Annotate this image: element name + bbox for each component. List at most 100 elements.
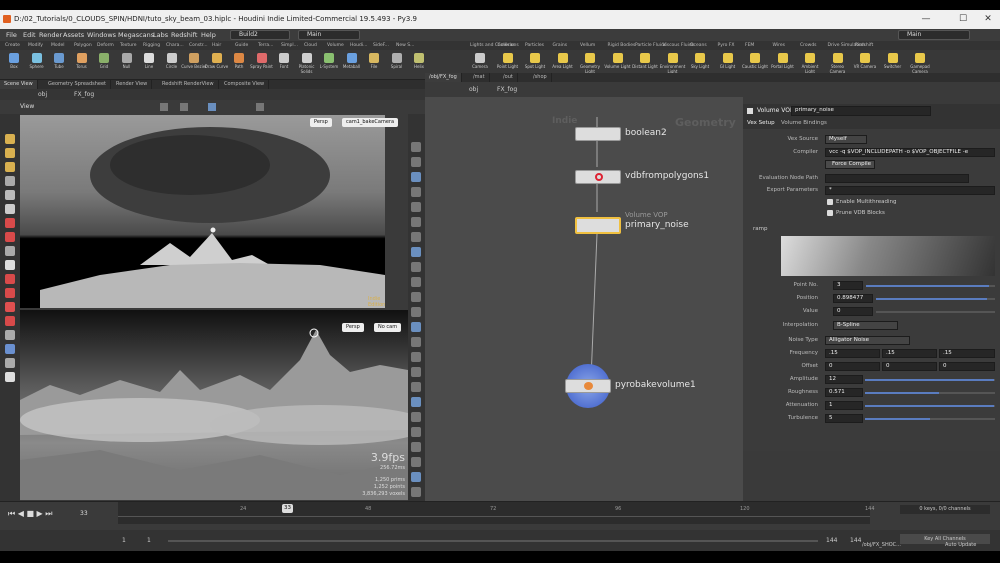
display-option-6-icon[interactable] (411, 232, 421, 242)
display-option-4-icon[interactable] (411, 202, 421, 212)
left-tool-14-icon[interactable] (5, 330, 15, 340)
eval-node-field[interactable] (825, 174, 969, 183)
display-option-8-icon[interactable] (411, 262, 421, 272)
shelf-tab-guide[interactable]: Guide (235, 41, 248, 50)
minimize-button[interactable]: — (916, 10, 936, 29)
param-slider-4[interactable] (865, 392, 995, 394)
menu-help[interactable]: Help (201, 29, 216, 41)
tool-box[interactable]: Box (4, 52, 24, 80)
network-path-node[interactable]: FX_fog (497, 86, 517, 93)
tool-platonic-solids[interactable]: Platonic Solids (297, 52, 317, 80)
range-end-2[interactable]: 144 (850, 537, 861, 544)
freq-x-field[interactable]: .15 (825, 349, 880, 358)
camera-dropdown-bottom[interactable]: No cam (374, 323, 402, 332)
display-option-5-icon[interactable] (411, 217, 421, 227)
roughness-field[interactable]: 0.571 (825, 388, 863, 397)
interp-dropdown[interactable]: B-Spline (833, 321, 898, 330)
projection-dropdown-top[interactable]: Persp (310, 118, 332, 127)
menu-assets[interactable]: Assets (63, 29, 84, 41)
offset-z-field[interactable]: 0 (939, 362, 995, 371)
tool-null[interactable]: Null (117, 52, 137, 80)
tool-tube[interactable]: Tube (49, 52, 69, 80)
display-option-1-icon[interactable] (411, 157, 421, 167)
prune-checkbox[interactable] (827, 210, 833, 216)
tab-out[interactable]: /out (499, 73, 518, 82)
tab-obj-fx-fog[interactable]: /obj/FX_fog (425, 73, 462, 82)
node-name-field[interactable]: primary_noise (791, 106, 931, 116)
display-option-7-icon[interactable] (411, 247, 421, 257)
shelf-tab-simpl[interactable]: Simpl... (281, 41, 298, 50)
param-slider-6[interactable] (865, 418, 995, 420)
menu-windows[interactable]: Windows (87, 29, 116, 41)
param-slider-2[interactable] (876, 311, 995, 313)
shelf-tab-polygon[interactable]: Polygon (74, 41, 92, 50)
display-option-22-icon[interactable] (411, 472, 421, 482)
point-no-field[interactable]: 3 (833, 281, 863, 290)
menu-megascans[interactable]: Megascans (118, 29, 154, 41)
range-start-2[interactable]: 1 (147, 537, 151, 544)
range-slider[interactable] (168, 540, 818, 542)
playback-controls[interactable]: ⏮ ◀ ■ ▶ ⏭ (8, 509, 52, 519)
node-boolean2[interactable] (575, 127, 621, 141)
shelf-tab-collisions[interactable]: Collisions (498, 41, 519, 50)
display-option-10-icon[interactable] (411, 292, 421, 302)
menu-file[interactable]: File (6, 29, 17, 41)
shelf-tab-rigid-bodies[interactable]: Rigid Bodies (608, 41, 636, 50)
left-tool-15-icon[interactable] (5, 344, 15, 354)
tab-vex-setup[interactable]: Vex Setup (747, 118, 775, 129)
display-option-11-icon[interactable] (411, 307, 421, 317)
turbulence-field[interactable]: 5 (825, 414, 863, 423)
tool-line[interactable]: Line (139, 52, 159, 80)
display-option-23-icon[interactable] (411, 487, 421, 497)
camera-icon[interactable] (256, 103, 264, 111)
shelf-tab-redshift[interactable]: Redshift (855, 41, 873, 50)
tool-curve-bezier[interactable]: Curve Bezier (181, 52, 207, 80)
shelf-tab-rigging[interactable]: Rigging (143, 41, 160, 50)
offset-y-field[interactable]: 0 (882, 362, 937, 371)
close-button[interactable]: ✕ (978, 10, 998, 29)
shelf-tab-pyro-fx[interactable]: Pyro FX (718, 41, 735, 50)
tab-volume-bindings[interactable]: Volume Bindings (781, 118, 827, 129)
shelf-tab-volume[interactable]: Volume (327, 41, 344, 50)
shelf-tab-hair[interactable]: Hair (212, 41, 221, 50)
node-primary-noise[interactable] (575, 217, 621, 234)
select-tool-icon[interactable] (160, 103, 168, 111)
freq-y-field[interactable]: .15 (882, 349, 937, 358)
offset-x-field[interactable]: 0 (825, 362, 880, 371)
current-frame-field[interactable]: 33 (80, 510, 88, 517)
left-tool-2-icon[interactable] (5, 162, 15, 172)
noise-type-dropdown[interactable]: Alligator Noise (825, 336, 910, 345)
left-tool-10-icon[interactable] (5, 274, 15, 284)
param-slider-5[interactable] (865, 405, 995, 407)
shelf-tab-new-s[interactable]: New S... (396, 41, 414, 50)
tool-font[interactable]: Font (274, 52, 294, 80)
left-tool-11-icon[interactable] (5, 288, 15, 298)
shelf-tab-oceans[interactable]: Oceans (690, 41, 707, 50)
shelf-tab-terra[interactable]: Terra... (258, 41, 273, 50)
shelf-tab-grains[interactable]: Grains (553, 41, 568, 50)
main-dropdown-right[interactable]: Main (898, 30, 970, 40)
playhead-frame[interactable]: 33 (282, 504, 293, 513)
tool-spiral[interactable]: Spiral (387, 52, 407, 80)
position-field[interactable]: 0.898477 (833, 294, 873, 303)
shelf-tab-vellum[interactable]: Vellum (580, 41, 595, 50)
force-compile-button[interactable]: Force Compile (825, 160, 875, 169)
maximize-button[interactable]: ☐ (953, 10, 973, 29)
projection-dropdown-bottom[interactable]: Persp (342, 323, 364, 332)
param-slider-0[interactable] (866, 285, 995, 287)
shelf-tab-crowds[interactable]: Crowds (800, 41, 817, 50)
tool-file[interactable]: File (364, 52, 384, 80)
tab-mat[interactable]: /mat (469, 73, 490, 82)
left-tool-9-icon[interactable] (5, 260, 15, 270)
tool-l-system[interactable]: L-System (319, 52, 339, 80)
export-field[interactable]: * (825, 186, 995, 195)
display-option-9-icon[interactable] (411, 277, 421, 287)
shelf-tab-texture[interactable]: Texture (120, 41, 136, 50)
camera-dropdown-top[interactable]: cam1_bakeCamera (342, 118, 399, 127)
tab-composite-view[interactable]: Composite View (220, 80, 270, 89)
tool-spray-paint[interactable]: Spray Paint (250, 52, 273, 80)
vex-source-dropdown[interactable]: Myself (825, 135, 867, 144)
shelf-tab-modify[interactable]: Modify (28, 41, 43, 50)
ramp-editor[interactable] (781, 236, 995, 276)
node-pyrobakevolume1[interactable] (565, 379, 611, 393)
